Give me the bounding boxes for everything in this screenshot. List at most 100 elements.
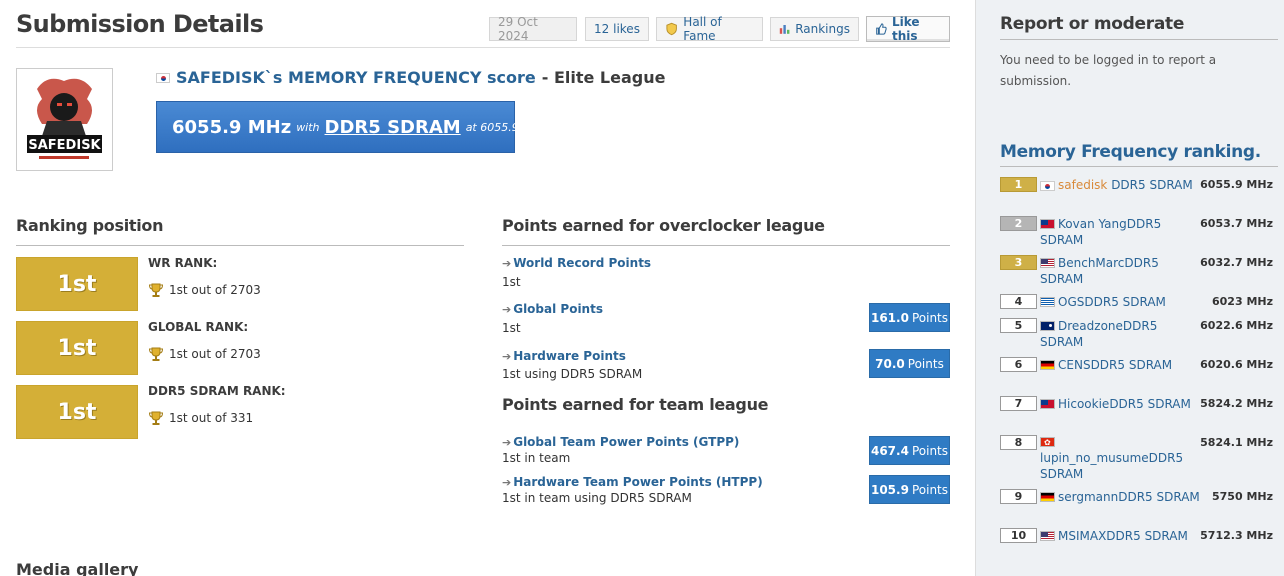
global-points-label: Global Points: [513, 302, 603, 316]
hardware-rank-badge: 1st: [16, 385, 138, 439]
gtpp-link[interactable]: ➔ Global Team Power Points (GTPP): [502, 435, 739, 449]
global-rank-label: GLOBAL RANK:: [148, 320, 249, 334]
media-gallery-heading: Media gallery: [16, 560, 139, 576]
rankings-button[interactable]: Rankings: [770, 17, 859, 41]
team-league-heading: Points earned for team league: [502, 395, 769, 414]
korea-flag-icon: [156, 72, 170, 83]
global-rank-text: 1st out of 2703: [169, 347, 261, 361]
at-frequency-text: at 6055.9MHz: [465, 120, 543, 134]
ranking-user-link[interactable]: safedisk: [1058, 178, 1107, 192]
memory-type-link[interactable]: DDR5 SDRAM: [325, 117, 461, 138]
oc-league-divider: [502, 245, 950, 246]
htpp-badge: 105.9 Points: [869, 475, 950, 504]
ranking-entry-name[interactable]: OGSDDR5 SDRAM: [1040, 294, 1200, 310]
score-heading: SAFEDISK`s MEMORY FREQUENCY score - Elit…: [156, 68, 665, 87]
league-label: - Elite League: [541, 68, 666, 87]
report-message: You need to be logged in to report a sub…: [1000, 53, 1217, 88]
score-banner: 6055.9 MHz with DDR5 SDRAM at 6055.9MHz: [156, 101, 542, 153]
global-points-link[interactable]: ➔ Global Points: [502, 302, 603, 316]
ranking-value: 6020.6 MHz: [1200, 358, 1273, 371]
arrow-right-icon: ➔: [502, 302, 512, 316]
ranking-entry-name[interactable]: CENSDDR5 SDRAM: [1040, 357, 1200, 373]
world-record-points-link[interactable]: ➔ World Record Points: [502, 256, 651, 270]
ranking-memory: DDR5 SDRAM: [1084, 295, 1166, 309]
rank-position: 9: [1000, 489, 1037, 504]
ranking-position-heading: Ranking position: [16, 216, 164, 235]
hardware-points-link[interactable]: ➔ Hardware Points: [502, 349, 626, 363]
global-rank-detail: 1st out of 2703: [148, 346, 261, 362]
rank-position: 7: [1000, 396, 1037, 411]
ranking-entry-name[interactable]: BenchMarcDDR5 SDRAM: [1040, 255, 1200, 287]
ranking-user-link[interactable]: Kovan Yang: [1058, 217, 1127, 231]
htpp-value: 105.9: [870, 482, 909, 497]
bar-chart-icon: [779, 24, 790, 34]
hardware-points-value: 70.0: [875, 356, 905, 371]
ranking-value: 6023 MHz: [1212, 295, 1273, 308]
ranking-entry-name[interactable]: DreadzoneDDR5 SDRAM: [1040, 318, 1200, 350]
ranking-user-link[interactable]: lupin_no_musume: [1040, 451, 1149, 465]
hall-of-fame-button[interactable]: Hall of Fame: [656, 15, 763, 43]
ranking-entry-name[interactable]: Kovan YangDDR5 SDRAM: [1040, 216, 1200, 248]
ranking-entry-name[interactable]: lupin_no_musumeDDR5 SDRAM: [1040, 434, 1200, 482]
rankings-label: Rankings: [795, 22, 850, 36]
ranking-user-link[interactable]: CENS: [1058, 358, 1091, 372]
ranking-memory: DDR5 SDRAM: [1106, 529, 1188, 543]
hardware-rank-label: DDR5 SDRAM RANK:: [148, 384, 286, 398]
usa-flag-icon: [1040, 531, 1055, 541]
ranking-entry-name[interactable]: sergmannDDR5 SDRAM: [1040, 489, 1200, 505]
user-avatar[interactable]: SAFEDISK: [16, 68, 113, 171]
rank-position: 6: [1000, 357, 1037, 372]
ranking-value: 6055.9 MHz: [1200, 178, 1273, 191]
gtpp-rank: 1st in team: [502, 451, 571, 465]
wr-rank-label: WR RANK:: [148, 256, 218, 270]
oc-league-heading: Points earned for overclocker league: [502, 216, 825, 235]
gtpp-label: Global Team Power Points (GTPP): [513, 435, 740, 449]
rank-position: 8: [1000, 435, 1037, 450]
global-points-badge: 161.0 Points: [869, 303, 950, 332]
likes-button[interactable]: 12 likes: [585, 17, 649, 41]
thumbs-up-icon: [876, 23, 887, 35]
like-this-button[interactable]: Like this: [866, 15, 950, 43]
date-text: 29 Oct 2024: [498, 15, 538, 43]
trophy-icon: [148, 411, 164, 425]
ranking-value: 6022.6 MHz: [1200, 319, 1273, 332]
ranking-user-link[interactable]: sergmann: [1058, 490, 1118, 504]
safedisk-logo: SAFEDISK: [17, 69, 112, 170]
htpp-link[interactable]: ➔ Hardware Team Power Points (HTPP): [502, 475, 763, 489]
ranking-user-link[interactable]: MSIMAX: [1058, 529, 1106, 543]
memory-frequency-ranking-heading[interactable]: Memory Frequency ranking.: [1000, 142, 1261, 162]
ranking-entry-name[interactable]: MSIMAXDDR5 SDRAM: [1040, 528, 1200, 544]
ranking-memory: DDR5 SDRAM: [1109, 397, 1191, 411]
report-divider: [1000, 39, 1278, 40]
ranking-memory: DDR5 SDRAM: [1090, 358, 1173, 372]
with-text: with: [296, 120, 320, 134]
ranking-user-link[interactable]: BenchMarc: [1058, 256, 1124, 270]
taiwan-flag-icon: [1040, 219, 1055, 229]
ranking-memory: DDR5 SDRAM: [1107, 178, 1193, 192]
date-badge: 29 Oct 2024: [489, 15, 577, 43]
taiwan-flag-icon: [1040, 399, 1055, 409]
arrow-right-icon: ➔: [502, 475, 512, 489]
hong-kong-flag-icon: [1040, 435, 1055, 451]
logo-text: SAFEDISK: [28, 138, 101, 153]
rank-position: 3: [1000, 255, 1037, 270]
ranking-list-divider: [1000, 166, 1278, 167]
ranking-entry-name[interactable]: safedisk DDR5 SDRAM: [1040, 177, 1200, 193]
header-divider: [16, 47, 950, 48]
like-this-label: Like this: [891, 15, 920, 43]
korea-flag-icon: [1040, 180, 1055, 191]
ranking-value: 5824.1 MHz: [1200, 436, 1273, 449]
ranking-entry-name[interactable]: HicookieDDR5 SDRAM: [1040, 396, 1200, 412]
ranking-user-link[interactable]: Hicookie: [1058, 397, 1109, 411]
report-heading: Report or moderate: [1000, 14, 1185, 34]
score-title-link[interactable]: SAFEDISK`s MEMORY FREQUENCY score: [176, 68, 536, 87]
ranking-value: 5750 MHz: [1212, 490, 1273, 503]
wr-rank-detail: 1st out of 2703: [148, 282, 261, 298]
ranking-user-link[interactable]: OGS: [1058, 295, 1084, 309]
likes-text: 12 likes: [594, 22, 640, 36]
points-word: Points: [911, 482, 948, 497]
global-rank-badge: 1st: [16, 321, 138, 375]
ranking-user-link[interactable]: Dreadzone: [1058, 319, 1123, 333]
ranking-memory: DDR5 SDRAM: [1118, 490, 1200, 504]
greece-flag-icon: [1040, 297, 1055, 307]
